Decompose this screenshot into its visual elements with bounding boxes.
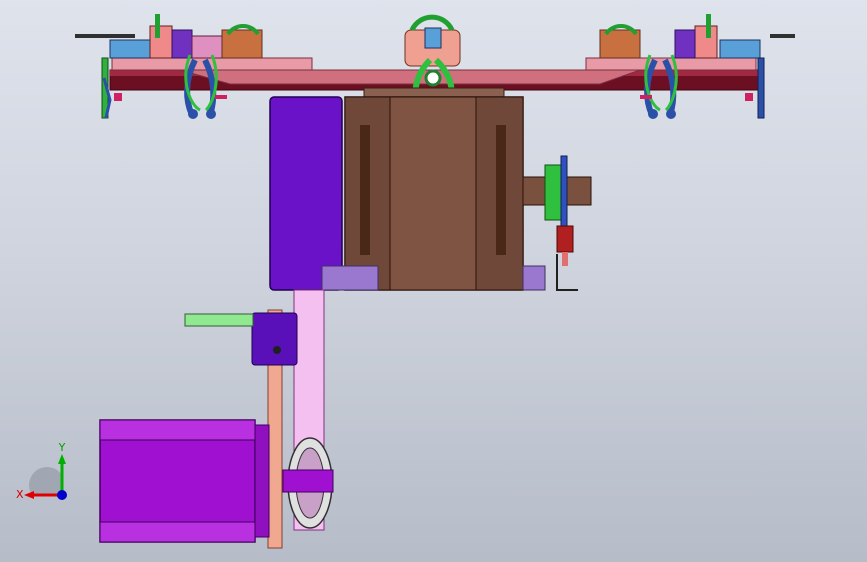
cad-viewport[interactable]: Y X [0, 0, 867, 562]
triad-axis-icon: Y X [16, 441, 67, 501]
assembly-model[interactable] [0, 0, 867, 562]
triad-y-label: Y [58, 441, 66, 454]
triad-x-label: X [16, 488, 24, 501]
servo-motor [99, 419, 270, 543]
gearbox-body [344, 87, 524, 291]
